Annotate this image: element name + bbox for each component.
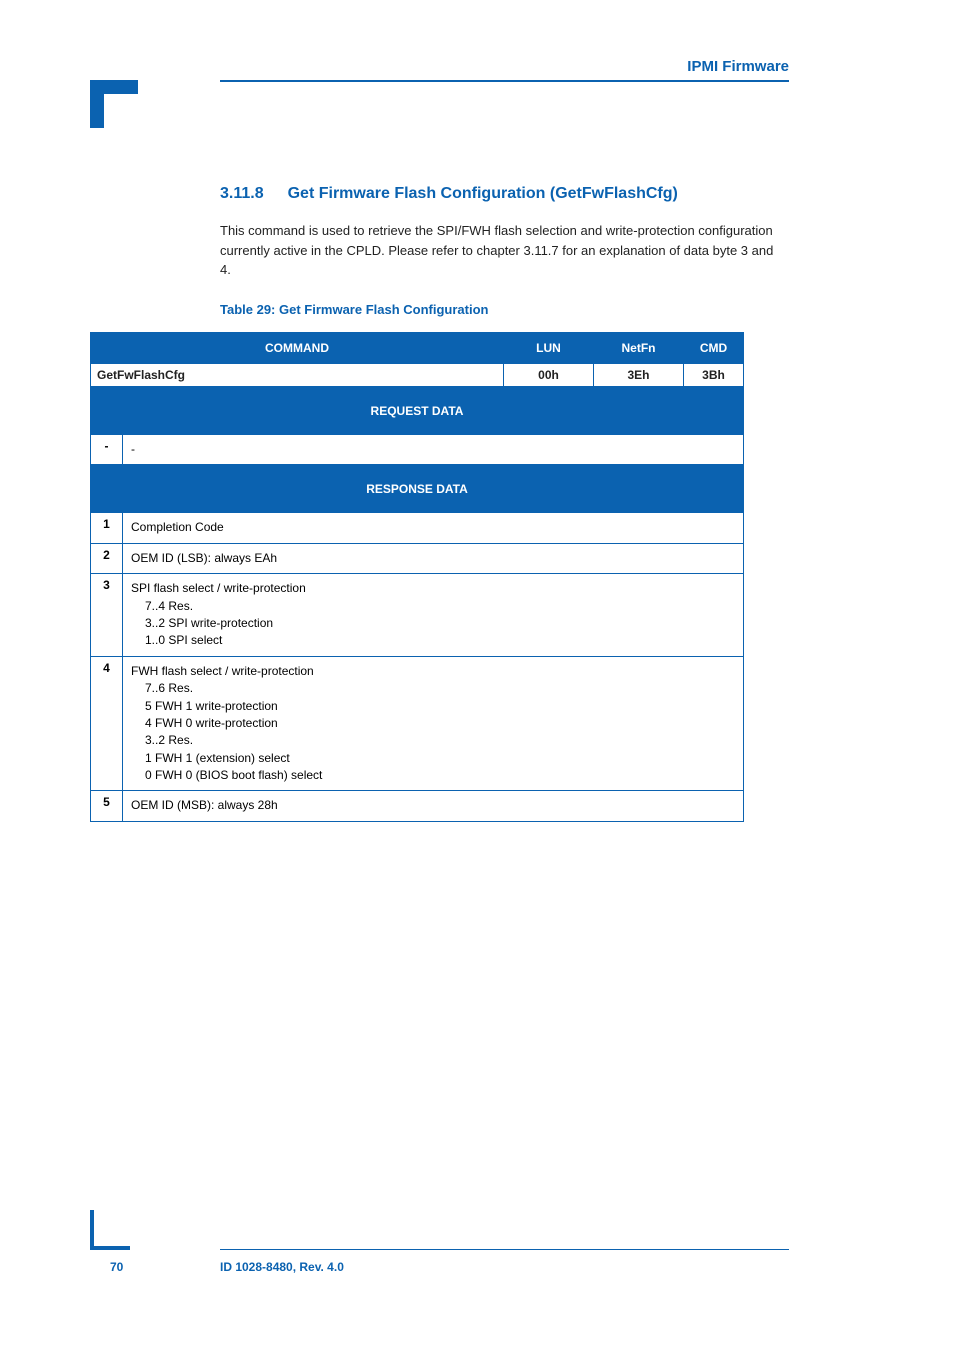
section-title: Get Firmware Flash Configuration (GetFwF… [288,185,678,203]
table-row: 4 FWH flash select / write-protection 7.… [91,656,744,791]
request-data-header: REQUEST DATA [91,387,744,435]
table-row: 5 OEM ID (MSB): always 28h [91,791,744,821]
table-row: 2 OEM ID (LSB): always EAh [91,543,744,573]
resp4-line5: 1 FWH 1 (extension) select [145,750,735,767]
section-body: This command is used to retrieve the SPI… [220,221,780,280]
cmd-lun: 00h [504,364,594,387]
page-number: 70 [110,1260,123,1274]
resp-byte-2: 2 [91,543,123,573]
table-row: 1 Completion Code [91,513,744,543]
response-data-header: RESPONSE DATA [91,465,744,513]
header-title: IPMI Firmware [687,58,789,75]
resp-desc-1: Completion Code [123,513,744,543]
table-caption: Table 29: Get Firmware Flash Configurati… [220,302,780,317]
col-command: COMMAND [91,333,504,364]
resp4-line4: 3..2 Res. [145,732,735,749]
col-lun: LUN [504,333,594,364]
cmd-cmd: 3Bh [684,364,744,387]
section-heading: 3.11.8 Get Firmware Flash Configuration … [220,185,780,203]
resp-desc-4: FWH flash select / write-protection 7..6… [123,656,744,791]
footer-text: ID 1028-8480, Rev. 4.0 [220,1260,344,1274]
col-netfn: NetFn [594,333,684,364]
col-cmd: CMD [684,333,744,364]
command-value-row: GetFwFlashCfg 00h 3Eh 3Bh [91,364,744,387]
resp4-line1: 7..6 Res. [145,680,735,697]
cmd-name: GetFwFlashCfg [91,364,504,387]
resp-byte-4: 4 [91,656,123,791]
corner-decoration-top [90,80,138,128]
resp4-line2: 5 FWH 1 write-protection [145,698,735,715]
resp-byte-3: 3 [91,574,123,657]
table-row: - - [91,435,744,465]
footer-divider [220,1249,789,1250]
section-number: 3.11.8 [220,185,264,203]
req-byte: - [91,435,123,465]
table-row: 3 SPI flash select / write-protection 7.… [91,574,744,657]
corner-decoration-bottom [90,1210,130,1250]
resp3-line1: 7..4 Res. [145,598,735,615]
command-table: COMMAND LUN NetFn CMD GetFwFlashCfg 00h … [90,332,744,822]
resp3-title: SPI flash select / write-protection [131,580,735,597]
resp-byte-1: 1 [91,513,123,543]
resp-desc-3: SPI flash select / write-protection 7..4… [123,574,744,657]
resp3-line3: 1..0 SPI select [145,632,735,649]
resp-byte-5: 5 [91,791,123,821]
header-divider [220,80,789,82]
req-desc: - [123,435,744,465]
resp4-line6: 0 FWH 0 (BIOS boot flash) select [145,767,735,784]
resp4-title: FWH flash select / write-protection [131,663,735,680]
resp3-line2: 3..2 SPI write-protection [145,615,735,632]
resp-desc-5: OEM ID (MSB): always 28h [123,791,744,821]
cmd-netfn: 3Eh [594,364,684,387]
resp-desc-2: OEM ID (LSB): always EAh [123,543,744,573]
resp4-line3: 4 FWH 0 write-protection [145,715,735,732]
table-header-row: COMMAND LUN NetFn CMD [91,333,744,364]
